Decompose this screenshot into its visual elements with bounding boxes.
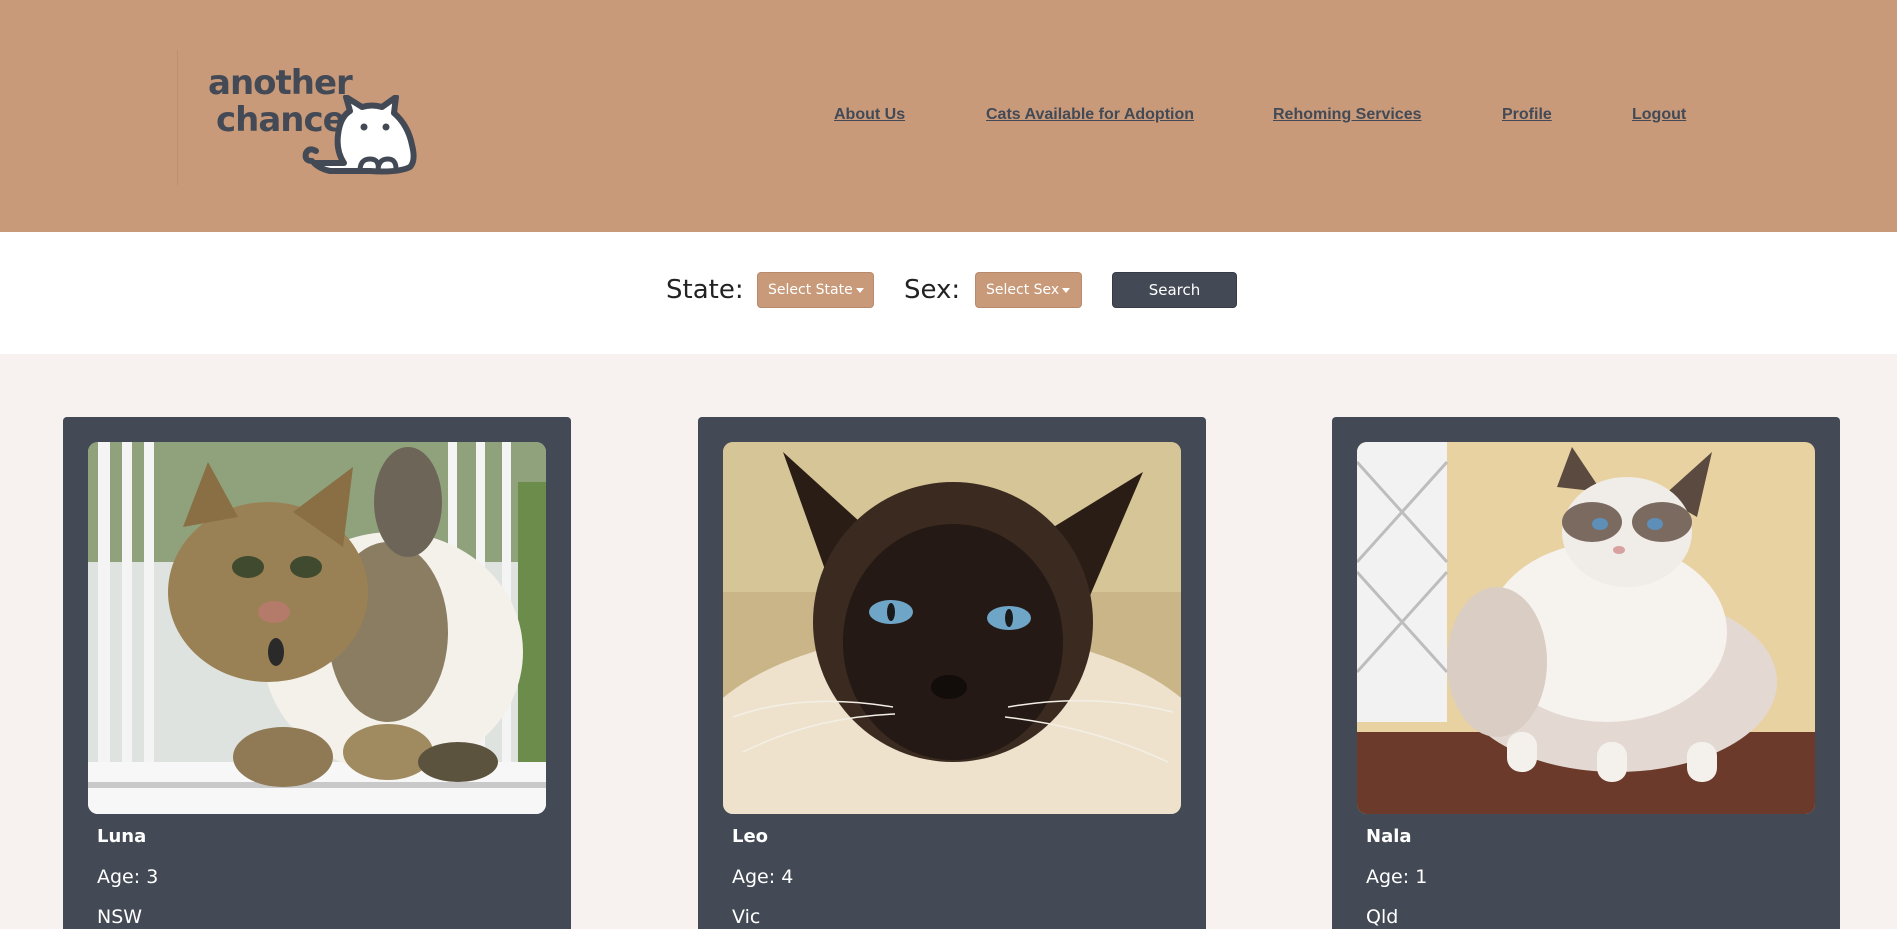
siamese-cat-photo xyxy=(723,442,1181,814)
cat-card-nala[interactable]: Nala Age: 1 Qld xyxy=(1332,417,1840,929)
tabby-cat-photo xyxy=(88,442,546,814)
nav-cats-available[interactable]: Cats Available for Adoption xyxy=(986,106,1194,124)
cat-photo-leo[interactable] xyxy=(723,442,1181,814)
chevron-down-icon xyxy=(1062,287,1071,293)
nav-logout[interactable]: Logout xyxy=(1632,106,1686,124)
nav-rehoming-services[interactable]: Rehoming Services xyxy=(1273,106,1422,124)
nav-about-us[interactable]: About Us xyxy=(834,106,905,124)
cat-state: Vic xyxy=(732,906,761,928)
main-nav: About Us Cats Available for Adoption Reh… xyxy=(0,106,1897,126)
state-dropdown[interactable]: Select State xyxy=(757,272,874,308)
cat-name: Nala xyxy=(1366,826,1412,847)
nav-profile[interactable]: Profile xyxy=(1502,106,1552,124)
cat-age: Age: 4 xyxy=(732,866,794,888)
site-header: another chance About Us Cats Available f… xyxy=(0,0,1897,232)
cat-photo-nala[interactable] xyxy=(1357,442,1815,814)
sex-label: Sex: xyxy=(904,275,961,305)
state-label: State: xyxy=(666,275,744,305)
ragdoll-cat-photo xyxy=(1357,442,1815,814)
cat-state: NSW xyxy=(97,906,143,928)
state-dropdown-label: Select State xyxy=(768,282,853,298)
cat-age: Age: 3 xyxy=(97,866,159,888)
sex-dropdown[interactable]: Select Sex xyxy=(975,272,1082,308)
cat-photo-luna[interactable] xyxy=(88,442,546,814)
cat-name: Leo xyxy=(732,826,769,847)
chevron-down-icon xyxy=(855,287,864,293)
cat-name: Luna xyxy=(97,826,147,847)
cat-card-luna[interactable]: Luna Age: 3 NSW xyxy=(63,417,571,929)
sex-dropdown-label: Select Sex xyxy=(986,282,1060,298)
cat-age: Age: 1 xyxy=(1366,866,1428,888)
cat-state: Qld xyxy=(1366,906,1399,928)
cat-card-leo[interactable]: Leo Age: 4 Vic xyxy=(698,417,1206,929)
search-filter-bar: State: Select State Sex: Select Sex Sear… xyxy=(0,232,1897,354)
search-button[interactable]: Search xyxy=(1112,272,1237,308)
